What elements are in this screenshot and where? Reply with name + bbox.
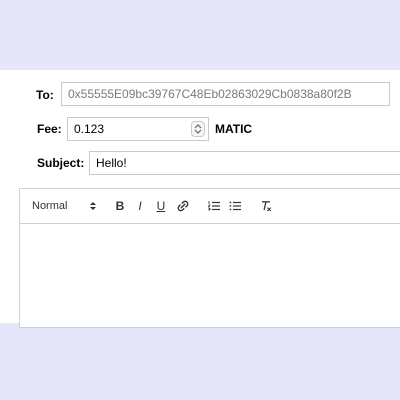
link-button[interactable]: [175, 198, 191, 214]
fee-row: Fee: 0.123 MATIC: [0, 114, 400, 144]
bold-button[interactable]: B: [112, 198, 128, 214]
to-row: To: 0x55555E09bc39767C48Eb02863029Cb0838…: [0, 80, 400, 110]
italic-button[interactable]: I: [132, 198, 148, 214]
ordered-list-icon: [207, 199, 221, 213]
subject-row: Subject: Hello!: [0, 148, 400, 178]
fee-value: 0.123: [74, 122, 105, 136]
link-icon: [176, 199, 190, 213]
editor-content[interactable]: [20, 224, 400, 329]
fee-unit-label: MATIC: [215, 122, 253, 136]
editor-toolbar: Normal B I U: [20, 189, 400, 224]
bullet-list-button[interactable]: [227, 198, 243, 214]
clear-format-button[interactable]: [258, 198, 274, 214]
rich-text-editor: Normal B I U: [19, 188, 400, 328]
ordered-list-button[interactable]: [206, 198, 222, 214]
caret-up-down-icon[interactable]: [89, 199, 97, 211]
underline-button[interactable]: U: [153, 198, 169, 214]
subject-input[interactable]: Hello!: [89, 151, 400, 175]
to-label: To:: [36, 88, 54, 102]
bullet-list-icon: [228, 199, 242, 213]
spinner-icon[interactable]: [191, 121, 205, 137]
fee-label: Fee:: [37, 122, 62, 136]
compose-panel: To: 0x55555E09bc39767C48Eb02863029Cb0838…: [0, 70, 400, 328]
subject-label: Subject:: [37, 156, 85, 170]
clear-format-icon: [259, 199, 273, 213]
to-address-field[interactable]: 0x55555E09bc39767C48Eb02863029Cb0838a80f…: [61, 82, 390, 106]
fee-input[interactable]: 0.123: [67, 117, 209, 141]
text-format-select[interactable]: Normal: [32, 200, 67, 212]
